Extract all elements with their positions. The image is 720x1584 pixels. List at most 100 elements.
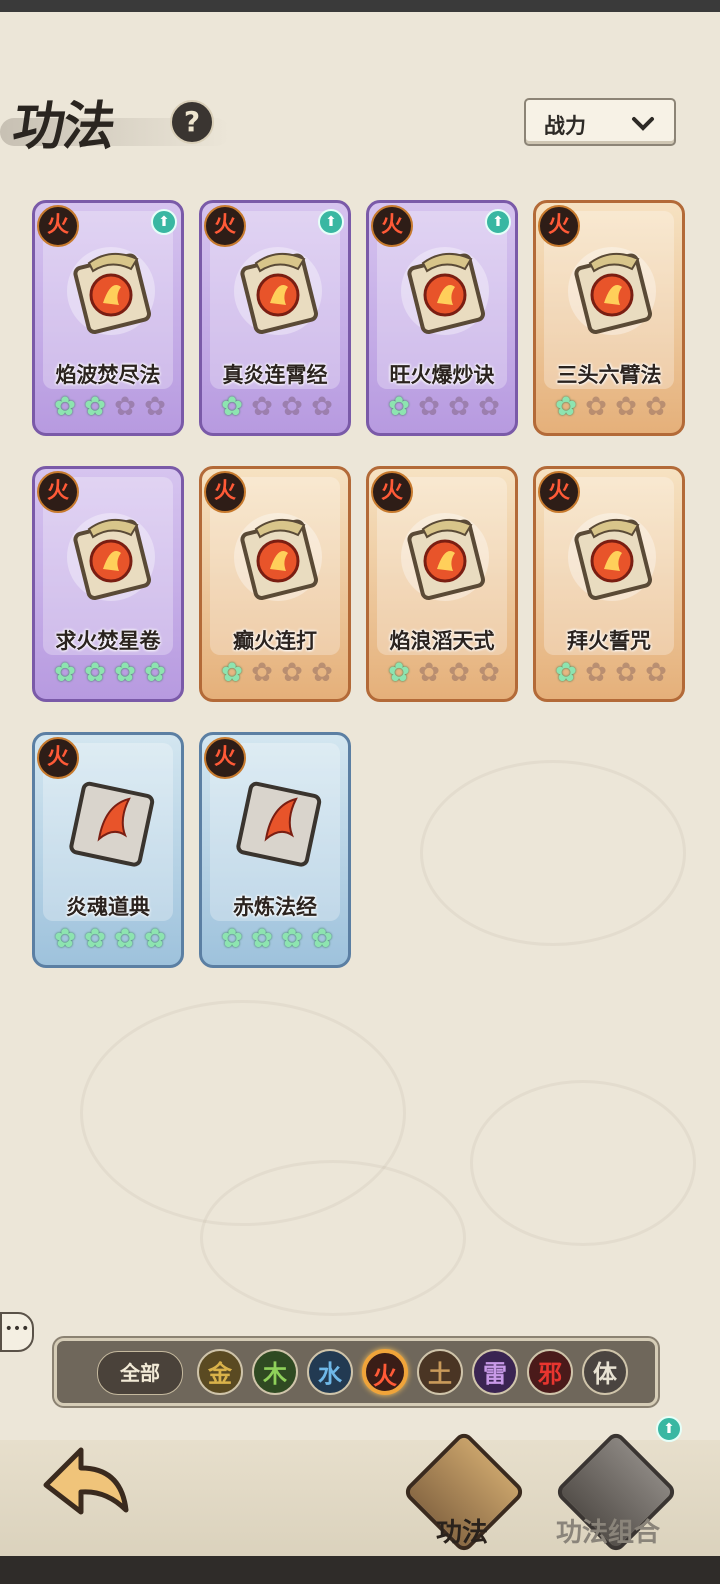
star-filled-icon: ✿: [388, 658, 410, 688]
star-rating: ✿ ✿ ✿ ✿: [218, 925, 336, 955]
chat-bubble-icon[interactable]: •••: [0, 1312, 34, 1352]
technique-card[interactable]: 火炎魂道典 ✿ ✿ ✿ ✿: [32, 732, 184, 968]
star-empty-icon: ✿: [478, 392, 500, 422]
star-rating: ✿ ✿ ✿ ✿: [385, 393, 503, 423]
star-rating: ✿ ✿ ✿ ✿: [51, 393, 169, 423]
upgrade-arrow-icon: ⬆: [656, 1416, 682, 1442]
star-empty-icon: ✿: [281, 658, 303, 688]
top-status-strip: [0, 0, 720, 12]
star-rating: ✿ ✿ ✿ ✿: [385, 659, 503, 689]
star-filled-icon: ✿: [251, 924, 273, 954]
element-filter-chip[interactable]: 土: [417, 1349, 463, 1395]
scroll-icon: [393, 509, 497, 605]
star-empty-icon: ✿: [251, 392, 273, 422]
sort-dropdown[interactable]: 战力: [524, 98, 676, 146]
technique-card[interactable]: 火 ⬆ 焰波焚尽法 ✿ ✿ ✿ ✿: [32, 200, 184, 436]
star-filled-icon: ✿: [114, 924, 136, 954]
star-filled-icon: ✿: [84, 392, 106, 422]
star-filled-icon: ✿: [555, 392, 577, 422]
background-cloud: [200, 1160, 466, 1316]
star-empty-icon: ✿: [144, 392, 166, 422]
technique-name: 真炎连霄经: [222, 363, 328, 387]
element-filter-chip[interactable]: 体: [582, 1349, 628, 1395]
technique-name: 三头六臂法: [556, 363, 662, 387]
star-filled-icon: ✿: [311, 924, 333, 954]
star-filled-icon: ✿: [144, 658, 166, 688]
star-filled-icon: ✿: [54, 924, 76, 954]
element-filter-chip[interactable]: 金: [197, 1349, 243, 1395]
element-filter-chip[interactable]: 邪: [527, 1349, 573, 1395]
upgrade-arrow-icon: ⬆: [151, 209, 177, 235]
technique-card[interactable]: 火 ⬆ 旺火爆炒诀 ✿ ✿ ✿ ✿: [366, 200, 518, 436]
technique-name: 拜火誓咒: [567, 629, 651, 653]
star-filled-icon: ✿: [114, 658, 136, 688]
book-icon: [59, 775, 163, 871]
star-rating: ✿ ✿ ✿ ✿: [552, 659, 670, 689]
upgrade-arrow-icon: ⬆: [485, 209, 511, 235]
element-filter-chip[interactable]: 水: [307, 1349, 353, 1395]
element-filter-bar: 全部 金木水火土雷邪体: [54, 1338, 658, 1406]
book-icon: [226, 775, 330, 871]
fire-element-icon: 火: [371, 205, 413, 247]
fire-element-icon: 火: [37, 737, 79, 779]
technique-card[interactable]: 火拜火誓咒 ✿ ✿ ✿ ✿: [533, 466, 685, 702]
star-empty-icon: ✿: [311, 658, 333, 688]
scroll-icon: [226, 243, 330, 339]
star-rating: ✿ ✿ ✿ ✿: [218, 659, 336, 689]
star-empty-icon: ✿: [281, 392, 303, 422]
technique-card[interactable]: 火焰浪滔天式 ✿ ✿ ✿ ✿: [366, 466, 518, 702]
back-button[interactable]: [36, 1440, 136, 1530]
background-cloud: [470, 1080, 696, 1246]
star-filled-icon: ✿: [54, 658, 76, 688]
technique-card[interactable]: 火癫火连打 ✿ ✿ ✿ ✿: [199, 466, 351, 702]
scroll-icon: [59, 243, 163, 339]
star-empty-icon: ✿: [114, 392, 136, 422]
technique-card[interactable]: 火三头六臂法 ✿ ✿ ✿ ✿: [533, 200, 685, 436]
scroll-icon: [59, 509, 163, 605]
scroll-icon: [560, 243, 664, 339]
element-filter-chip[interactable]: 火: [362, 1349, 408, 1395]
star-empty-icon: ✿: [418, 392, 440, 422]
scroll-icon: [560, 509, 664, 605]
fire-element-icon: 火: [538, 471, 580, 513]
star-rating: ✿ ✿ ✿ ✿: [51, 925, 169, 955]
technique-card[interactable]: 火赤炼法经 ✿ ✿ ✿ ✿: [199, 732, 351, 968]
technique-card[interactable]: 火 ⬆ 真炎连霄经 ✿ ✿ ✿ ✿: [199, 200, 351, 436]
star-filled-icon: ✿: [144, 924, 166, 954]
fire-element-icon: 火: [37, 471, 79, 513]
fire-element-icon: 火: [204, 205, 246, 247]
fire-element-icon: 火: [538, 205, 580, 247]
technique-name: 旺火爆炒诀: [389, 363, 495, 387]
tab-combination-label[interactable]: 功法组合: [556, 1512, 660, 1549]
technique-name: 焰波焚尽法: [55, 363, 161, 387]
fire-element-icon: 火: [204, 737, 246, 779]
element-filter-chip[interactable]: 雷: [472, 1349, 518, 1395]
star-rating: ✿ ✿ ✿ ✿: [552, 393, 670, 423]
filter-all-button[interactable]: 全部: [97, 1351, 183, 1395]
scroll-icon: [393, 243, 497, 339]
star-empty-icon: ✿: [251, 658, 273, 688]
star-filled-icon: ✿: [388, 392, 410, 422]
star-empty-icon: ✿: [418, 658, 440, 688]
fire-element-icon: 火: [371, 471, 413, 513]
star-empty-icon: ✿: [448, 658, 470, 688]
tab-technique-label[interactable]: 功法: [436, 1512, 488, 1549]
star-rating: ✿ ✿ ✿ ✿: [51, 659, 169, 689]
help-icon[interactable]: ?: [170, 100, 214, 144]
technique-name: 求火焚星卷: [55, 629, 161, 653]
fire-element-icon: 火: [204, 471, 246, 513]
star-empty-icon: ✿: [448, 392, 470, 422]
star-rating: ✿ ✿ ✿ ✿: [218, 393, 336, 423]
technique-name: 癫火连打: [233, 629, 317, 653]
star-empty-icon: ✿: [478, 658, 500, 688]
bottom-system-strip: [0, 1556, 720, 1584]
technique-card[interactable]: 火求火焚星卷 ✿ ✿ ✿ ✿: [32, 466, 184, 702]
star-filled-icon: ✿: [84, 924, 106, 954]
chevron-down-icon: [630, 110, 656, 142]
star-empty-icon: ✿: [615, 392, 637, 422]
background-cloud: [420, 760, 686, 946]
technique-name: 炎魂道典: [66, 895, 150, 919]
upgrade-arrow-icon: ⬆: [318, 209, 344, 235]
star-empty-icon: ✿: [645, 392, 667, 422]
element-filter-chip[interactable]: 木: [252, 1349, 298, 1395]
